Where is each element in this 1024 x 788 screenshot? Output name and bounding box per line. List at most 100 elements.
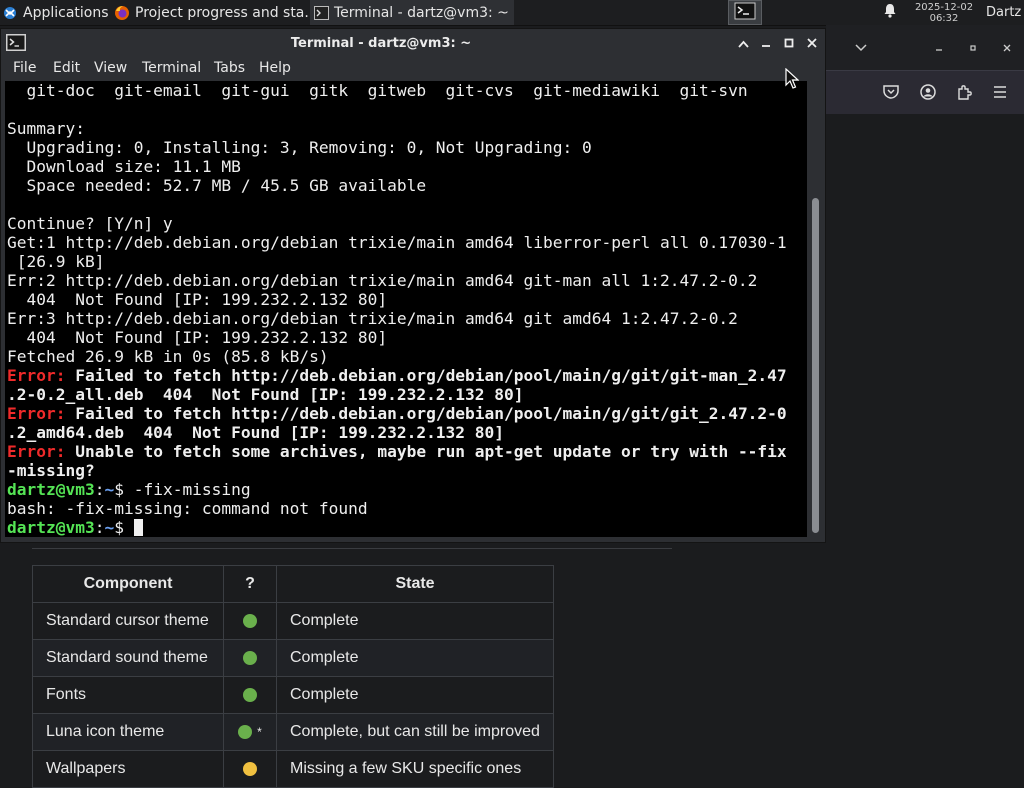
status-cell: * xyxy=(223,713,277,751)
state-cell: Complete, but can still be improved xyxy=(276,713,554,751)
terminal-line: Download size: 11.1 MB xyxy=(7,157,240,176)
shade-button[interactable] xyxy=(733,34,753,54)
terminal-text-segment: Space needed: 52.7 MB / 45.5 GB availabl… xyxy=(7,176,427,195)
state-cell: Complete xyxy=(276,676,554,714)
terminal-text-segment: git-doc git-email git-gui gitk gitweb gi… xyxy=(7,81,748,100)
pocket-icon[interactable] xyxy=(880,81,902,103)
hamburger-menu-icon[interactable] xyxy=(989,81,1011,103)
table-row: Luna icon theme * Complete, but can still … xyxy=(32,713,554,751)
prompt-user-host: dartz@vm3 xyxy=(7,480,95,499)
minimize-button[interactable] xyxy=(756,34,776,54)
terminal-text-segment: -missing? xyxy=(7,461,95,480)
terminal-line: Fetched 26.9 kB in 0s (85.8 kB/s) xyxy=(7,347,329,366)
firefox-icon xyxy=(114,5,130,21)
terminal-text: git-doc git-email git-gui gitk gitweb gi… xyxy=(5,81,807,537)
minimize-icon xyxy=(761,36,771,52)
green-status-dot-icon xyxy=(238,724,253,739)
mouse-pointer-icon xyxy=(785,67,800,94)
minimize-icon[interactable] xyxy=(928,37,950,59)
terminal-text-segment: bash: -fix-missing: command not found xyxy=(7,499,368,518)
clock-time: 06:32 xyxy=(929,12,959,24)
terminal-text-segment: $ xyxy=(114,518,134,537)
user-menu-button[interactable]: Dartz xyxy=(986,0,1024,25)
terminal-icon xyxy=(734,2,756,24)
terminal-text-segment: Err:2 http://deb.debian.org/debian trixi… xyxy=(7,271,758,290)
menu-edit[interactable]: Edit xyxy=(53,60,80,76)
terminal-line: -missing? xyxy=(7,461,95,480)
menu-help[interactable]: Help xyxy=(259,60,291,76)
terminal-scrollbar[interactable] xyxy=(809,81,823,537)
terminal-text-segment: Unable to fetch some archives, maybe run… xyxy=(65,442,787,461)
terminal-line: Error: Unable to fetch some archives, ma… xyxy=(7,442,787,461)
menu-terminal[interactable]: Terminal xyxy=(142,60,201,76)
terminal-line: dartz@vm3:~$ -fix-missing xyxy=(7,480,251,499)
terminal-line: Error: Failed to fetch http://deb.debian… xyxy=(7,404,787,423)
table-row: Standard sound theme Complete xyxy=(32,639,554,677)
applications-menu-button[interactable]: Applications xyxy=(0,0,112,25)
terminal-text-segment: : xyxy=(94,480,105,499)
green-status-dot-icon xyxy=(243,613,257,628)
chevron-up-icon xyxy=(737,36,749,52)
terminal-text-segment: 404 Not Found [IP: 199.232.2.132 80] xyxy=(7,328,388,347)
column-header-status: ? xyxy=(223,565,277,603)
component-name-cell: Standard sound theme xyxy=(32,639,224,677)
notifications-button[interactable] xyxy=(880,0,900,25)
clock-date: 2025-12-02 xyxy=(914,1,974,13)
chevron-down-icon[interactable] xyxy=(850,37,872,59)
clock[interactable]: 2025-12-02 06:32 xyxy=(906,0,982,25)
terminal-output[interactable]: git-doc git-email git-gui gitk gitweb gi… xyxy=(5,81,807,537)
maximize-button[interactable] xyxy=(779,34,799,54)
browser-tab-strip xyxy=(826,25,1024,70)
terminal-text-segment: Upgrading: 0, Installing: 3, Removing: 0… xyxy=(7,138,592,157)
menu-tabs[interactable]: Tabs xyxy=(214,60,245,76)
terminal-line: .2_amd64.deb 404 Not Found [IP: 199.232.… xyxy=(7,423,504,442)
window-title: Terminal - dartz@vm3: ~ xyxy=(290,36,472,51)
terminal-cursor xyxy=(133,519,143,536)
terminal-line: dartz@vm3:~$ xyxy=(7,518,143,537)
close-icon[interactable] xyxy=(996,37,1018,59)
terminal-line: Err:2 http://deb.debian.org/debian trixi… xyxy=(7,271,757,290)
terminal-line: [26.9 kB] xyxy=(7,252,105,271)
maximize-icon[interactable] xyxy=(962,37,984,59)
terminal-text-segment: .2-0.2_all.deb 404 Not Found [IP: 199.23… xyxy=(7,385,524,404)
prompt-path: ~ xyxy=(104,518,115,537)
terminal-text-segment: .2_amd64.deb 404 Not Found [IP: 199.232.… xyxy=(7,423,505,442)
terminal-line: 404 Not Found [IP: 199.232.2.132 80] xyxy=(7,328,387,347)
close-button[interactable] xyxy=(802,34,822,54)
terminal-launcher-button[interactable] xyxy=(728,0,762,25)
terminal-line: Upgrading: 0, Installing: 3, Removing: 0… xyxy=(7,138,592,157)
table-row: Wallpapers Missing a few SKU specific one… xyxy=(32,750,554,788)
menu-view[interactable]: View xyxy=(94,60,127,76)
terminal-line: bash: -fix-missing: command not found xyxy=(7,499,368,518)
terminal-text-segment: 404 Not Found [IP: 199.232.2.132 80] xyxy=(7,290,388,309)
xfce-mouse-icon xyxy=(2,5,18,21)
terminal-text-segment: Get:1 http://deb.debian.org/debian trixi… xyxy=(7,233,787,252)
terminal-text-segment: : xyxy=(94,518,105,537)
menu-file[interactable]: File xyxy=(13,60,36,76)
table-row: Fonts Complete xyxy=(32,676,554,714)
terminal-line: Err:3 http://deb.debian.org/debian trixi… xyxy=(7,309,738,328)
terminal-titlebar[interactable]: Terminal - dartz@vm3: ~ xyxy=(1,29,825,59)
content-divider xyxy=(32,548,672,549)
terminal-text-segment: [26.9 kB] xyxy=(7,252,105,271)
terminal-text-segment: Failed to fetch http://deb.debian.org/de… xyxy=(65,404,787,423)
taskbar-item-terminal[interactable]: Terminal - dartz@vm3: ~ xyxy=(310,0,514,25)
taskbar-item-label: Project progress and sta... xyxy=(135,4,314,21)
table-row: Standard cursor theme Complete xyxy=(32,602,554,640)
green-status-dot-icon xyxy=(243,687,257,702)
terminal-text-segment: Summary: xyxy=(7,119,85,138)
column-header-state: State xyxy=(276,565,554,603)
taskbar-item-browser[interactable]: Project progress and sta... xyxy=(110,0,314,25)
terminal-line: Error: Failed to fetch http://deb.debian… xyxy=(7,366,787,385)
extensions-icon[interactable] xyxy=(953,81,975,103)
account-icon[interactable] xyxy=(917,81,939,103)
scrollbar-thumb[interactable] xyxy=(812,198,819,533)
terminal-menubar: File Edit View Terminal Tabs Help xyxy=(1,59,825,81)
column-header-component: Component xyxy=(32,565,224,603)
terminal-text-segment: $ -fix-missing xyxy=(114,480,251,499)
terminal-line: Summary: xyxy=(7,119,85,138)
component-name-cell: Luna icon theme xyxy=(32,713,224,751)
component-name-cell: Wallpapers xyxy=(32,750,224,788)
component-status-table: Component ? State Standard cursor theme C… xyxy=(32,565,554,788)
error-label: Error: xyxy=(7,366,66,385)
